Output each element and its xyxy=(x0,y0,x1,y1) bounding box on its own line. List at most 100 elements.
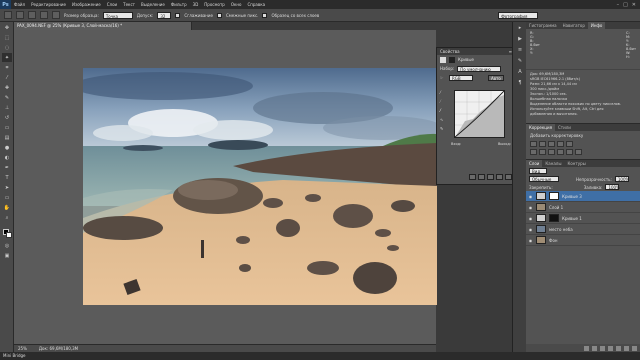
eye-icon[interactable]: ◉ xyxy=(528,216,533,221)
color-swatches-icon[interactable] xyxy=(2,228,12,240)
levels-adj-icon[interactable] xyxy=(539,141,546,147)
layer-row[interactable]: ◉ Кривые 3 xyxy=(526,191,640,202)
brush-panel-icon[interactable]: ✎ xyxy=(515,58,525,66)
link-layers-icon[interactable] xyxy=(584,345,589,351)
menu-image[interactable]: Изображение xyxy=(69,0,104,9)
shape-tool-icon[interactable]: ▭ xyxy=(2,193,12,202)
on-image-adjust-icon[interactable]: ☞ xyxy=(440,75,446,80)
history-brush-tool-icon[interactable]: ↺ xyxy=(2,113,12,122)
eye-icon[interactable]: ◉ xyxy=(528,205,533,210)
stamp-tool-icon[interactable]: ⊥ xyxy=(2,103,12,112)
menu-help[interactable]: Справка xyxy=(244,0,268,9)
view-previous-icon[interactable] xyxy=(478,174,485,180)
history-panel-icon[interactable]: ▸ xyxy=(515,25,525,33)
mask-thumb[interactable] xyxy=(549,192,559,200)
menu-type[interactable]: Текст xyxy=(120,0,138,9)
minimize-button[interactable]: – xyxy=(617,2,620,8)
subtract-selection-button[interactable] xyxy=(40,11,48,19)
bw-adj-icon[interactable] xyxy=(548,149,555,155)
new-adjustment-icon[interactable] xyxy=(608,345,613,351)
add-mask-icon[interactable] xyxy=(600,345,605,351)
character-panel-icon[interactable]: A xyxy=(515,69,525,77)
layer-row[interactable]: ◉ Слой 1 xyxy=(526,202,640,213)
properties-title-bar[interactable]: Свойства ≡ xyxy=(437,48,515,55)
layer-row[interactable]: ◉ Фон xyxy=(526,235,640,246)
zoom-tool-icon[interactable]: ⌕ xyxy=(2,213,12,222)
delete-icon[interactable] xyxy=(505,174,512,180)
eyedropper-black-icon[interactable]: ⁄ xyxy=(440,90,450,99)
channel-mixer-adj-icon[interactable] xyxy=(566,149,573,155)
reset-icon[interactable] xyxy=(487,174,494,180)
screen-mode-icon[interactable]: ▣ xyxy=(2,251,12,260)
color-balance-adj-icon[interactable] xyxy=(539,149,546,155)
type-tool-icon[interactable]: T xyxy=(2,173,12,182)
actions-panel-icon[interactable]: ▶ xyxy=(515,36,525,44)
lookup-adj-icon[interactable] xyxy=(575,149,582,155)
beach-photo[interactable] xyxy=(83,68,437,305)
layer-kind-select[interactable]: Вид xyxy=(529,168,547,174)
document-tab[interactable]: PAX_0094.NEF @ 25% (Кривые 3, Слой-маска… xyxy=(14,22,192,30)
gradient-tool-icon[interactable]: ▤ xyxy=(2,133,12,142)
tab-layers[interactable]: Слои xyxy=(526,160,543,167)
path-selection-tool-icon[interactable]: ➤ xyxy=(2,183,12,192)
all-layers-checkbox[interactable] xyxy=(262,12,268,18)
eraser-tool-icon[interactable]: ▭ xyxy=(2,123,12,132)
intersect-selection-button[interactable] xyxy=(52,11,60,19)
channel-select[interactable]: RGB xyxy=(449,74,473,81)
sample-size-select[interactable]: Точка xyxy=(102,11,133,19)
photo-filter-adj-icon[interactable] xyxy=(557,149,564,155)
mask-icon[interactable] xyxy=(449,56,455,63)
tab-histogram[interactable]: Гистограмма xyxy=(526,22,560,29)
zoom-level[interactable]: 25% xyxy=(18,345,27,352)
maximize-button[interactable]: □ xyxy=(623,2,628,8)
vibrance-adj-icon[interactable] xyxy=(566,141,573,147)
properties-panel-icon[interactable]: ≡ xyxy=(515,47,525,55)
menu-file[interactable]: Файл xyxy=(11,0,28,9)
exposure-adj-icon[interactable] xyxy=(557,141,564,147)
menu-edit[interactable]: Редактирование xyxy=(28,0,69,9)
crop-tool-icon[interactable]: ⌗ xyxy=(2,63,12,72)
marquee-tool-icon[interactable]: ⬚ xyxy=(2,33,12,42)
menu-layer[interactable]: Слои xyxy=(104,0,120,9)
curves-adj-icon[interactable] xyxy=(548,141,555,147)
trash-icon[interactable] xyxy=(632,345,637,351)
tolerance-input[interactable]: 32 xyxy=(157,11,172,19)
curve-point-icon[interactable]: ∿ xyxy=(440,117,450,126)
blend-mode-select[interactable]: Обычные xyxy=(529,176,559,182)
mini-bridge-tab[interactable]: Mini Bridge xyxy=(3,353,26,358)
close-button[interactable]: ✕ xyxy=(632,2,636,8)
tool-preset-picker[interactable] xyxy=(4,11,12,19)
antialias-checkbox[interactable] xyxy=(175,12,181,18)
curve-pencil-icon[interactable]: ✎ xyxy=(440,126,450,135)
magic-wand-tool-icon[interactable]: ✦ xyxy=(2,53,12,62)
curves-graph[interactable] xyxy=(454,90,505,138)
opacity-input[interactable]: 100% xyxy=(614,176,629,182)
paragraph-panel-icon[interactable]: ¶ xyxy=(515,80,525,88)
dodge-tool-icon[interactable]: ◐ xyxy=(2,153,12,162)
auto-button[interactable]: Авто xyxy=(488,74,504,81)
hand-tool-icon[interactable]: ✋ xyxy=(2,203,12,212)
add-selection-button[interactable] xyxy=(28,11,36,19)
brightness-adj-icon[interactable] xyxy=(530,141,537,147)
workspace-select[interactable]: Фотография xyxy=(498,11,539,19)
new-group-icon[interactable] xyxy=(616,345,621,351)
fill-input[interactable]: 100% xyxy=(605,184,620,190)
healing-tool-icon[interactable]: ✚ xyxy=(2,83,12,92)
clip-layer-icon[interactable] xyxy=(469,174,476,180)
new-layer-icon[interactable] xyxy=(624,345,629,351)
tab-styles[interactable]: Стили xyxy=(555,124,574,131)
menu-select[interactable]: Выделение xyxy=(138,0,168,9)
menu-window[interactable]: Окно xyxy=(228,0,245,9)
menu-3d[interactable]: 3D xyxy=(190,0,202,9)
eye-icon[interactable]: ◉ xyxy=(528,227,533,232)
layer-row[interactable]: ◉ Кривые 1 xyxy=(526,213,640,224)
eye-icon[interactable]: ◉ xyxy=(528,238,533,243)
eye-icon[interactable]: ◉ xyxy=(528,194,533,199)
layer-row[interactable]: ◉ место неба xyxy=(526,224,640,235)
quick-mask-icon[interactable]: ◎ xyxy=(2,241,12,250)
eyedropper-tool-icon[interactable]: ⁄ xyxy=(2,73,12,82)
eyedropper-gray-icon[interactable]: ⁄ xyxy=(440,99,450,108)
tab-channels[interactable]: Каналы xyxy=(542,160,564,167)
pen-tool-icon[interactable]: ✒ xyxy=(2,163,12,172)
fx-icon[interactable] xyxy=(592,345,597,351)
